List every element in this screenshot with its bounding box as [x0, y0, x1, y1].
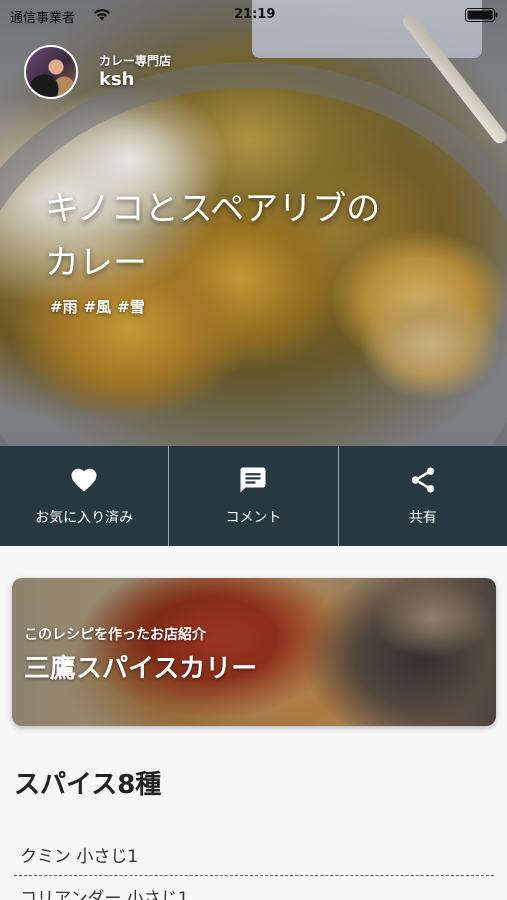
favorite-button[interactable]: お気に入り済み [0, 446, 168, 546]
carrier-label: 通信事業者 [10, 11, 76, 26]
comment-icon [240, 467, 266, 493]
tag-wind[interactable]: #風 [84, 296, 112, 317]
ingredient-list: クミン 小さじ1 コリアンダー 小さじ1 [14, 834, 494, 900]
share-icon [411, 467, 435, 493]
wifi-icon [94, 9, 110, 21]
shop-card[interactable]: このレシピを作ったお店紹介 三鷹スパイスカリー [12, 578, 496, 726]
action-bar: お気に入り済み コメント 共有 [0, 446, 507, 546]
status-bar: 通信事業者 21:19 [0, 0, 507, 30]
recipe-title-line-1: キノコとスペアリブの [45, 189, 381, 229]
comment-button[interactable]: コメント [168, 446, 337, 546]
list-item: コリアンダー 小さじ1 [14, 876, 494, 900]
share-button[interactable]: 共有 [337, 446, 507, 546]
favorite-label: お気に入り済み [35, 510, 134, 526]
clock: 21:19 [234, 7, 276, 22]
share-label: 共有 [408, 510, 437, 526]
shop-card-title: 三鷹スパイスカリー [24, 654, 258, 684]
spices-section-title: スパイス8種 [14, 770, 162, 800]
author-name[interactable]: ksh [99, 69, 135, 90]
tag-snow[interactable]: #雪 [117, 296, 145, 317]
author-shop-label: カレー専門店 [99, 54, 172, 68]
heart-icon [71, 468, 97, 492]
battery-icon [465, 8, 498, 22]
comment-label: コメント [225, 510, 282, 526]
recipe-title: キノコとスペアリブの カレー [45, 182, 465, 290]
recipe-tags: #雨 #風 #雪 [50, 296, 145, 317]
recipe-hero-image: 通信事業者 21:19 カレー専門店 ksh キノコとスペアリブの カレー #雨… [0, 0, 507, 446]
author-avatar[interactable] [24, 45, 78, 99]
tag-rain[interactable]: #雨 [50, 296, 78, 317]
recipe-title-line-2: カレー [45, 243, 147, 283]
shop-card-subtitle: このレシピを作ったお店紹介 [24, 627, 206, 643]
list-item: クミン 小さじ1 [14, 834, 494, 876]
